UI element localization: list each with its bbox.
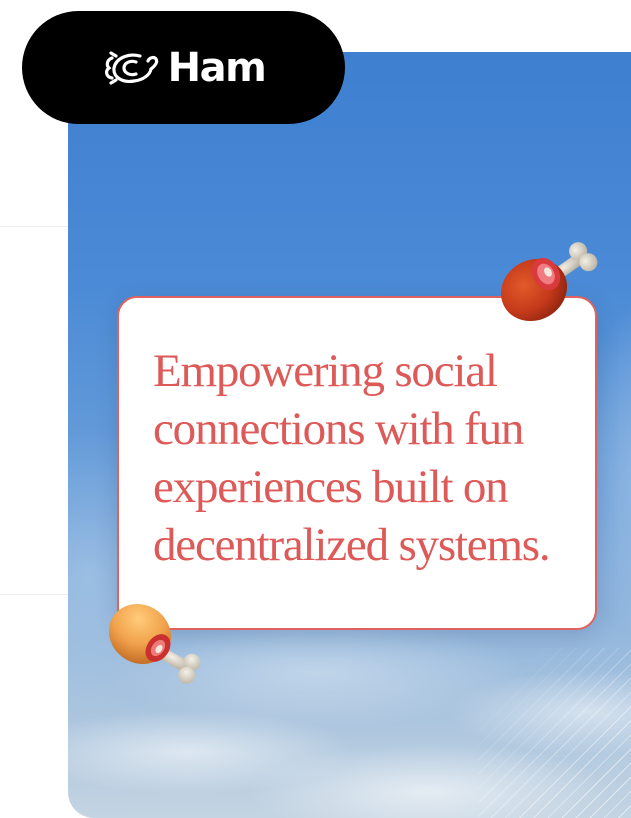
ham-logo-icon: [104, 50, 158, 85]
tagline-line: decentralized systems.: [153, 519, 551, 571]
divider: [0, 594, 70, 595]
tagline-line: connections with fun: [153, 403, 524, 455]
brand-logo[interactable]: Ham: [22, 11, 345, 124]
page: Ham Empowering social connections with f…: [0, 0, 631, 818]
tagline-text: Empowering social connections with fun e…: [153, 342, 575, 574]
brand-name: Ham: [167, 44, 267, 91]
ham-drumstick-icon: [500, 242, 598, 322]
ham-drumstick-icon: [108, 603, 201, 684]
divider: [0, 226, 70, 227]
tagline-line: experiences built on: [153, 461, 509, 513]
tagline-card: Empowering social connections with fun e…: [117, 296, 597, 630]
tagline-line: Empowering social: [153, 345, 498, 397]
hatch-pattern: [478, 648, 631, 818]
